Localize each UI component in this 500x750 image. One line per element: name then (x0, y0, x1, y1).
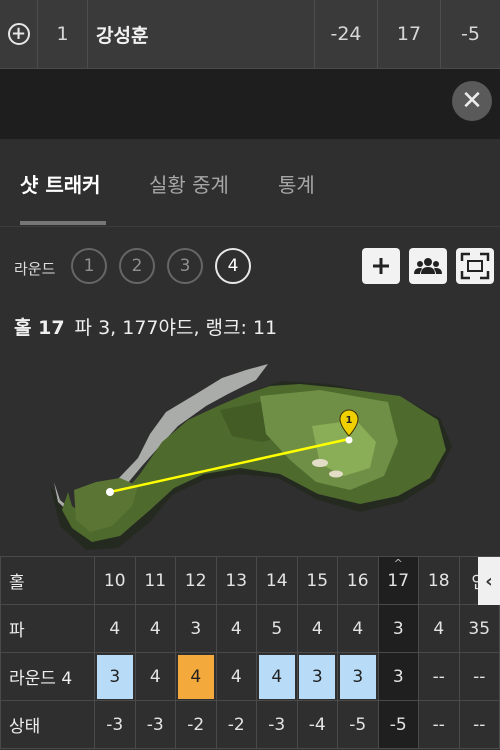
par-cell: 4 (418, 604, 460, 653)
tab-live-broadcast[interactable]: 실황 중계 (149, 169, 229, 198)
hole-cell[interactable]: 15 (296, 556, 338, 605)
par-cell: 4 (337, 604, 379, 653)
par-cell: 4 (94, 604, 136, 653)
tab-bar: 샷 트래커 실황 중계 통계 (0, 139, 500, 227)
scorecard-table: 홀 10 11 12 13 14 15 16 ^17 18 인 파 4 4 3 … (0, 556, 500, 749)
hole-details: 파 3, 177야드, 랭크: 11 (74, 317, 278, 339)
hole-cell[interactable]: 18 (418, 556, 460, 605)
par-cell: 4 (215, 604, 257, 653)
expand-button[interactable]: + (0, 0, 38, 68)
round-button-4[interactable]: 4 (215, 248, 251, 284)
par-cell: 5 (256, 604, 298, 653)
hole-number: 홀 17 (14, 317, 65, 339)
tee-point (106, 488, 114, 496)
round-button-3[interactable]: 3 (167, 248, 203, 284)
par-cell: 35 (458, 604, 500, 653)
shot-marker-number: 1 (346, 415, 353, 426)
hole-cell[interactable]: 12 (175, 556, 217, 605)
close-icon: ✕ (461, 86, 483, 116)
add-button[interactable] (362, 248, 400, 284)
birdie-score: 3 (339, 654, 376, 699)
hole-info: 홀 17 파 3, 177야드, 랭크: 11 (14, 313, 277, 340)
score-cell: 4 (134, 652, 176, 701)
scorecard-toggle-button[interactable]: ‹ (478, 557, 500, 605)
close-button[interactable]: ✕ (452, 81, 492, 121)
score-cell: -- (418, 652, 460, 701)
hole-cell-current[interactable]: ^ 17 (377, 556, 419, 605)
bunker-2 (329, 470, 343, 478)
bunker-1 (312, 459, 328, 467)
scorecard-header-row: 홀 10 11 12 13 14 15 16 ^17 18 인 (0, 556, 500, 605)
status-cell: -3 (134, 700, 176, 749)
par-cell: 4 (134, 604, 176, 653)
hole-cell[interactable]: 13 (215, 556, 257, 605)
status-row: 상태 -3 -3 -2 -2 -3 -4 -5 -5 -- -- (0, 700, 500, 749)
status-cell: -5 (377, 700, 419, 749)
par-cell: 3 (377, 604, 419, 653)
to-par: -24 (315, 0, 378, 68)
status-cell: -2 (215, 700, 257, 749)
par-row-label: 파 (0, 604, 95, 653)
status-cell: -- (418, 700, 460, 749)
tab-shot-tracker[interactable]: 샷 트래커 (20, 169, 101, 198)
hole-cell[interactable]: 10 (94, 556, 136, 605)
status-cell: -3 (256, 700, 298, 749)
round-button-2[interactable]: 2 (119, 248, 155, 284)
par-row: 파 4 4 3 4 5 4 4 3 4 35 (0, 604, 500, 653)
status-cell: -2 (175, 700, 217, 749)
birdie-score: 4 (258, 654, 295, 699)
birdie-score: 3 (299, 654, 336, 699)
score-cell: 4 (215, 652, 257, 701)
leaderboard-row[interactable]: + 1 강성훈 -24 17 -5 (0, 0, 500, 69)
par-cell: 3 (175, 604, 217, 653)
hole-cell[interactable]: 16 (337, 556, 379, 605)
ball-position (345, 436, 353, 444)
chevron-up-icon: ^ (393, 557, 403, 570)
hole-cell[interactable]: 11 (134, 556, 176, 605)
player-name: 강성훈 (88, 0, 315, 68)
today-score: -5 (461, 23, 480, 45)
hole-row-label: 홀 (0, 556, 95, 605)
group-button[interactable] (409, 248, 447, 284)
score-cell: 4 (256, 652, 298, 701)
group-icon (414, 258, 442, 274)
plus-circle-icon: + (7, 23, 30, 45)
header-band (0, 69, 500, 139)
round-button-1[interactable]: 1 (71, 248, 107, 284)
round-score-row: 라운드 4 3 4 4 4 4 3 3 3 -- -- (0, 652, 500, 701)
fullscreen-button[interactable] (456, 248, 494, 284)
tab-stats[interactable]: 통계 (278, 169, 315, 198)
active-tab-indicator (20, 221, 106, 225)
plus-icon (373, 258, 389, 274)
fullscreen-icon (460, 252, 490, 280)
round-label: 라운드 (14, 260, 56, 278)
status-cell: -3 (94, 700, 136, 749)
score-cell: 3 (94, 652, 136, 701)
score-cell: 4 (175, 652, 217, 701)
score-cell: 3 (377, 652, 419, 701)
status-cell: -4 (296, 700, 338, 749)
status-cell: -5 (337, 700, 379, 749)
hole-cell[interactable]: 14 (256, 556, 298, 605)
score-cell: 3 (337, 652, 379, 701)
score-cell: 3 (296, 652, 338, 701)
status-cell: -- (458, 700, 500, 749)
score-cell: -- (458, 652, 500, 701)
chevron-left-icon: ‹ (485, 570, 493, 592)
thru-hole: 17 (378, 0, 441, 68)
bogey-score: 4 (177, 654, 214, 699)
player-position: 1 (38, 0, 88, 68)
birdie-score: 3 (96, 654, 133, 699)
round-row-label: 라운드 4 (0, 652, 95, 701)
par-cell: 4 (296, 604, 338, 653)
status-row-label: 상태 (0, 700, 95, 749)
hole-map: 1 (50, 364, 452, 550)
round-selector: 라운드 1 2 3 4 (0, 240, 500, 290)
